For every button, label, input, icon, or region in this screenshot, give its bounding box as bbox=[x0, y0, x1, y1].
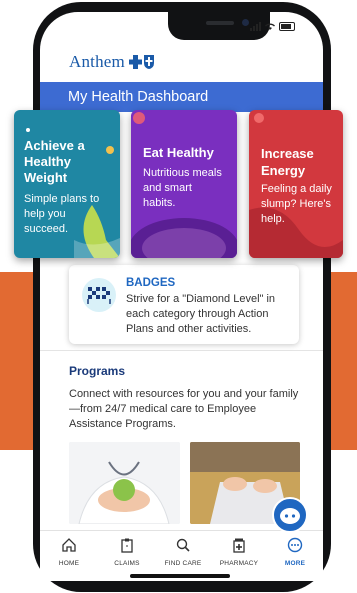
card-subtitle: Simple plans to help you succeed. bbox=[24, 193, 100, 235]
card-subtitle: Feeling a daily slump? Here's help. bbox=[261, 183, 332, 225]
tab-claims[interactable]: CLAIMS bbox=[100, 537, 154, 567]
tab-label: MORE bbox=[284, 560, 306, 567]
brand-name: Anthem bbox=[69, 52, 125, 71]
section-divider bbox=[40, 350, 323, 351]
tab-home[interactable]: HOME bbox=[42, 537, 96, 567]
card-eat-healthy[interactable]: Eat Healthy Nutritious meals and smart h… bbox=[131, 110, 237, 258]
card-title: Achieve a Healthy Weight bbox=[24, 138, 85, 185]
chat-assistant-button[interactable] bbox=[272, 497, 308, 533]
card-healthy-weight[interactable]: Achieve a Healthy Weight Simple plans to… bbox=[14, 110, 120, 258]
tab-pharmacy[interactable]: PHARMACY bbox=[212, 537, 266, 567]
card-increase-energy[interactable]: Increase Energy Feeling a daily slump? H… bbox=[249, 110, 343, 258]
more-icon bbox=[287, 537, 303, 553]
programs-description: Connect with resources for you and your … bbox=[69, 388, 299, 430]
tab-label: HOME bbox=[58, 560, 80, 567]
card-title: Increase Energy bbox=[261, 146, 314, 178]
checkered-flags-icon bbox=[82, 278, 116, 312]
front-camera bbox=[242, 19, 249, 26]
tab-find-care[interactable]: FIND CARE bbox=[156, 537, 210, 567]
page-title: My Health Dashboard bbox=[68, 89, 209, 105]
chat-bot-icon bbox=[280, 508, 300, 524]
program-image-doctor[interactable] bbox=[69, 442, 180, 524]
brand-logo: Anthem bbox=[69, 52, 155, 72]
battery-icon bbox=[279, 22, 295, 31]
card-title: Eat Healthy bbox=[143, 145, 214, 160]
home-icon bbox=[62, 538, 76, 552]
wifi-icon bbox=[265, 23, 275, 30]
cross-shield-logo-icon bbox=[128, 55, 154, 69]
badges-title: BADGES bbox=[126, 277, 176, 289]
tab-label: CLAIMS bbox=[114, 560, 140, 567]
badges-card[interactable]: BADGES Strive for a "Diamond Level" in e… bbox=[69, 265, 299, 344]
card-subtitle: Nutritious meals and smart habits. bbox=[143, 167, 222, 209]
status-bar bbox=[250, 22, 295, 31]
pharmacy-icon bbox=[233, 538, 245, 553]
clipboard-icon bbox=[121, 538, 133, 553]
speaker-grille bbox=[206, 21, 234, 25]
signal-icon bbox=[250, 22, 261, 31]
search-icon bbox=[176, 538, 190, 552]
badges-description: Strive for a "Diamond Level" in each cat… bbox=[126, 293, 276, 335]
home-indicator bbox=[130, 574, 230, 578]
tab-label: FIND CARE bbox=[164, 560, 202, 567]
tab-more[interactable]: MORE bbox=[268, 537, 322, 567]
tab-label: PHARMACY bbox=[219, 560, 259, 567]
programs-title: Programs bbox=[69, 364, 126, 378]
